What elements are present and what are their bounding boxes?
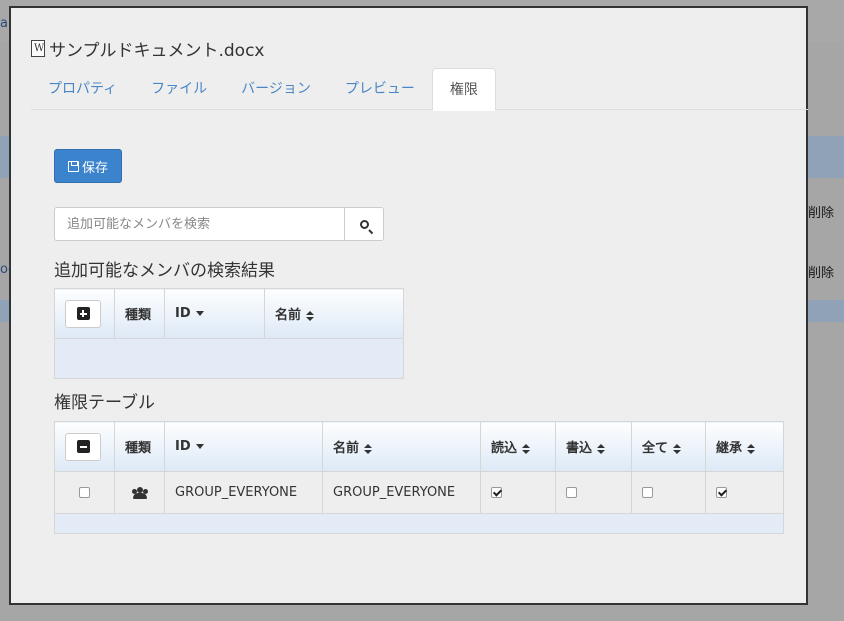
plus-square-icon — [76, 307, 90, 320]
table-footer-row — [54, 513, 784, 534]
column-header-label: 種類 — [125, 441, 152, 456]
column-header-all[interactable]: 全て — [631, 421, 706, 472]
document-name: サンプルドキュメント.docx — [49, 40, 265, 61]
column-header-label: 名前 — [275, 308, 302, 323]
column-header-label: 継承 — [716, 441, 743, 456]
column-header-label: 種類 — [125, 308, 152, 323]
column-header-id[interactable]: ID — [164, 288, 265, 339]
tab-preview[interactable]: プレビュー — [328, 68, 432, 110]
background-delete-link: 削除 — [808, 266, 835, 281]
read-cell — [480, 471, 556, 514]
tab-version[interactable]: バージョン — [224, 68, 328, 110]
remove-member-button[interactable] — [65, 432, 101, 461]
id-cell: GROUP_EVERYONE — [164, 471, 323, 514]
inherit-cell — [705, 471, 784, 514]
caret-down-icon — [195, 444, 204, 449]
caret-down-icon — [195, 311, 204, 316]
document-modal: サンプルドキュメント.docx プロパティ ファイル バージョン プレビュー 権… — [9, 6, 808, 605]
member-search-input[interactable] — [54, 207, 344, 241]
floppy-disk-icon — [67, 160, 79, 172]
sort-icon — [522, 443, 531, 454]
column-header-label: 書込 — [566, 441, 593, 456]
column-header-label: 名前 — [333, 441, 360, 456]
name-cell: GROUP_EVERYONE — [322, 471, 481, 514]
column-header-inherit[interactable]: 継承 — [705, 421, 784, 472]
permission-table: 種類 ID 名前 読込 書込 全て 継承 GROUP_EVERYONE GROU… — [54, 421, 784, 534]
all-cell — [631, 471, 706, 514]
sort-icon — [747, 443, 756, 454]
column-header-label: 読込 — [491, 441, 518, 456]
read-checkbox[interactable] — [491, 487, 502, 498]
write-cell — [555, 471, 632, 514]
empty-results-row — [54, 338, 404, 379]
save-label: 保存 — [81, 160, 108, 176]
column-header-name[interactable]: 名前 — [264, 288, 404, 339]
background-delete-link: 削除 — [808, 206, 835, 221]
sort-icon — [306, 310, 315, 321]
search-results-table: 種類 ID 名前 — [54, 288, 404, 379]
column-header-label: ID — [175, 439, 191, 454]
users-icon — [131, 486, 148, 499]
add-column-header — [54, 288, 115, 339]
permission-table-title: 権限テーブル — [54, 393, 155, 413]
column-header-type: 種類 — [114, 288, 165, 339]
table-row: GROUP_EVERYONE GROUP_EVERYONE — [54, 471, 784, 514]
write-checkbox[interactable] — [566, 487, 577, 498]
sort-icon — [364, 443, 373, 454]
column-header-type: 種類 — [114, 421, 165, 472]
column-header-label: 全て — [642, 441, 669, 456]
tab-properties[interactable]: プロパティ — [31, 68, 134, 110]
all-checkbox[interactable] — [642, 487, 653, 498]
column-header-label: ID — [175, 306, 191, 321]
column-header-name[interactable]: 名前 — [322, 421, 481, 472]
table-header-row: 種類 ID 名前 — [54, 288, 404, 339]
sort-icon — [597, 443, 606, 454]
column-header-id[interactable]: ID — [164, 421, 323, 472]
tab-bar: プロパティ ファイル バージョン プレビュー 権限 — [31, 68, 808, 111]
inherit-checkbox[interactable] — [716, 487, 727, 498]
sort-icon — [673, 443, 682, 454]
word-document-icon — [31, 39, 45, 57]
remove-column-header — [54, 421, 115, 472]
search-button[interactable] — [344, 207, 384, 241]
column-header-read[interactable]: 読込 — [480, 421, 556, 472]
table-header-row: 種類 ID 名前 読込 書込 全て 継承 — [54, 421, 784, 472]
add-member-button[interactable] — [65, 299, 101, 328]
row-select-cell — [54, 471, 115, 514]
save-button[interactable]: 保存 — [54, 149, 122, 183]
minus-square-icon — [76, 440, 90, 453]
type-cell — [114, 471, 165, 514]
search-icon — [359, 219, 369, 229]
tab-file[interactable]: ファイル — [134, 68, 224, 110]
modal-title: サンプルドキュメント.docx — [31, 36, 265, 61]
column-header-write[interactable]: 書込 — [555, 421, 632, 472]
row-select-checkbox[interactable] — [79, 487, 90, 498]
search-results-title: 追加可能なメンバの検索結果 — [54, 261, 275, 281]
tab-permissions[interactable]: 権限 — [431, 68, 496, 111]
member-search — [54, 207, 384, 241]
